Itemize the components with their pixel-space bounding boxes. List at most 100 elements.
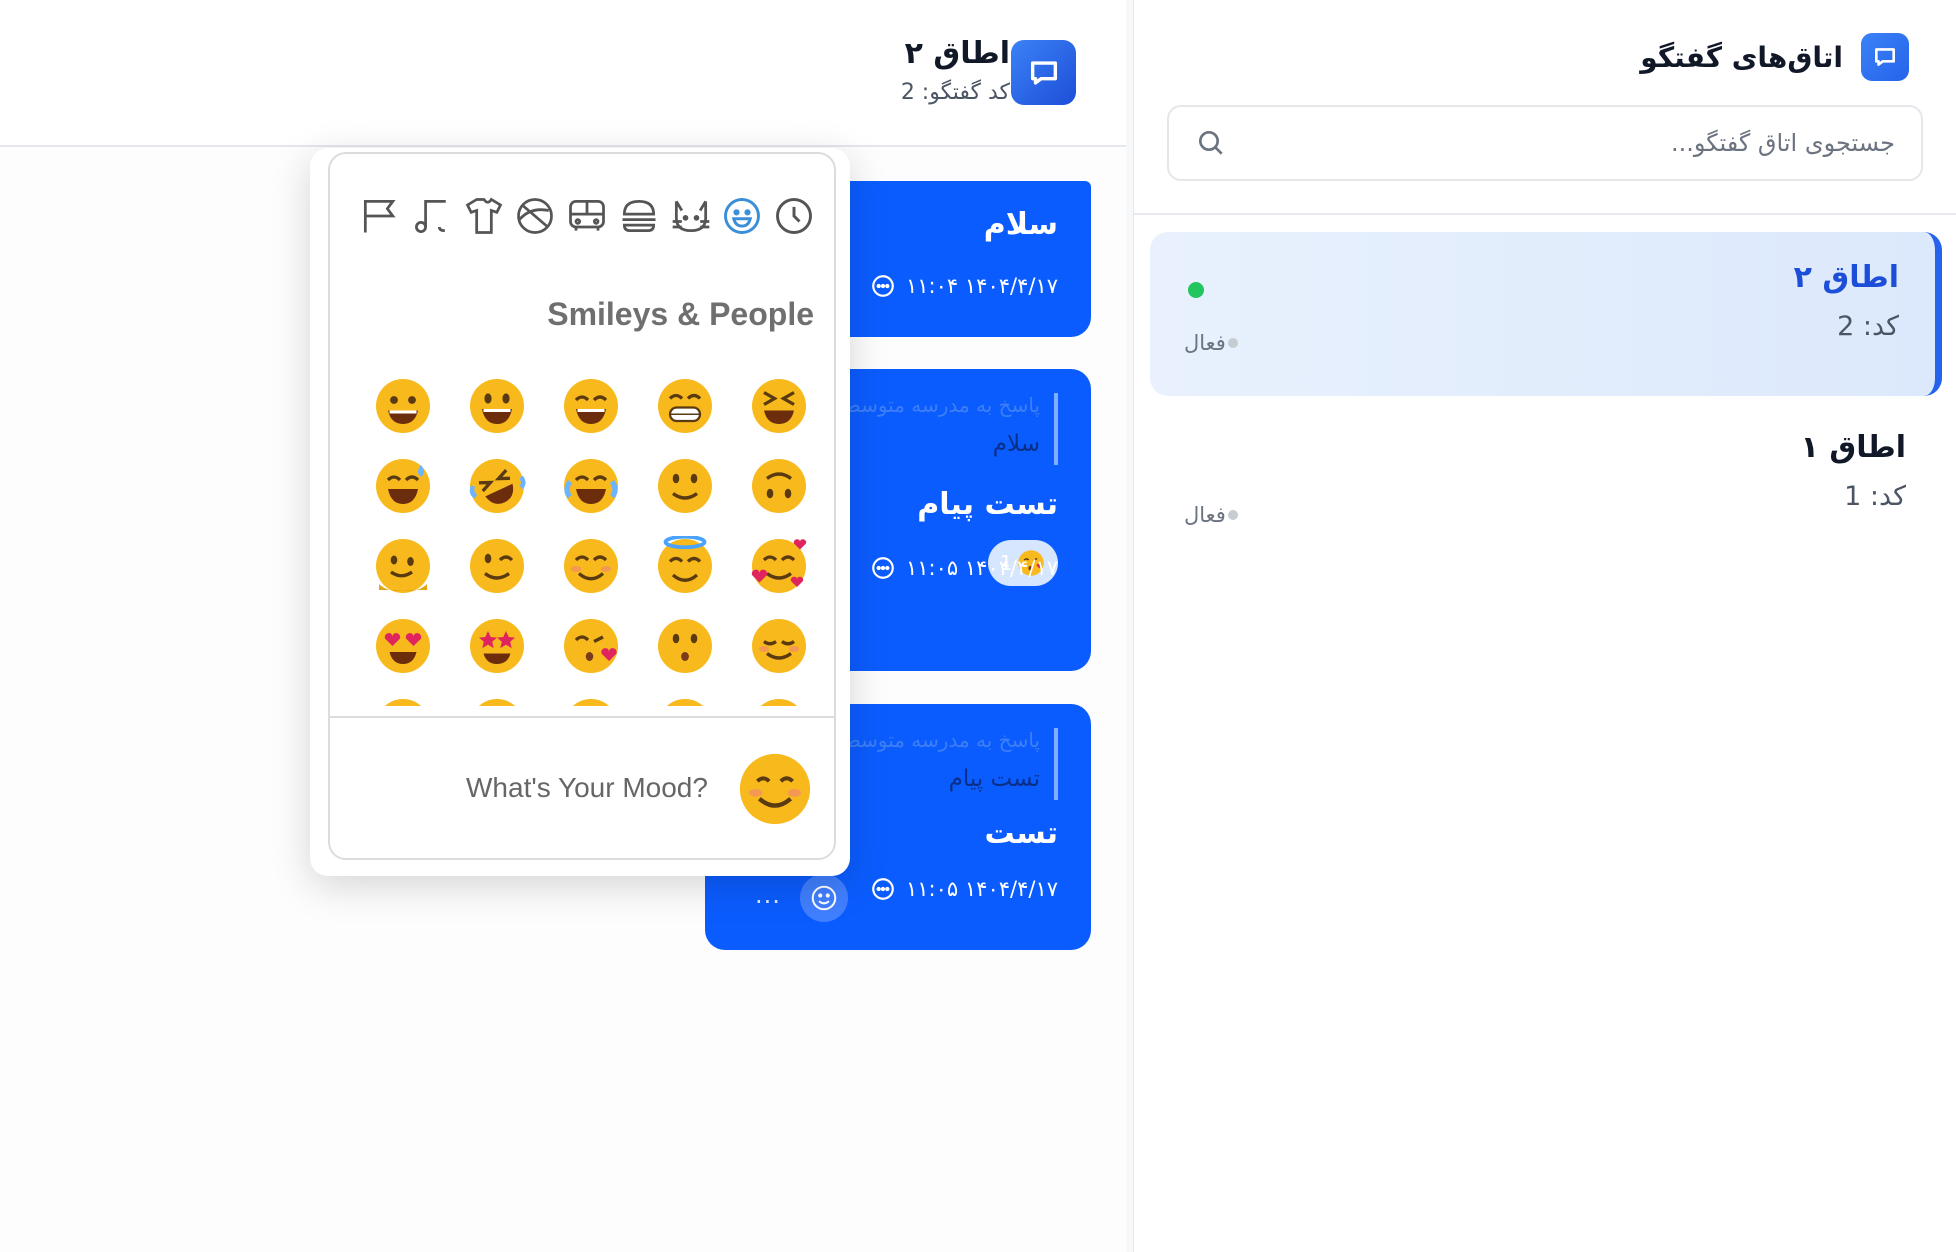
emoji-picker-popover: Smileys & People What's Your Mood?: [310, 148, 850, 876]
melting-emoji-icon: [376, 539, 430, 593]
food-category-tab[interactable]: [617, 192, 661, 240]
room-code: کد: 2: [1837, 311, 1899, 342]
recent-icon: [776, 198, 812, 234]
room-item-1[interactable]: اطاق ۱ کد: 1 فعال: [1150, 410, 1942, 574]
emoji-smiling-hearts[interactable]: [732, 526, 826, 606]
emoji-smile[interactable]: [544, 366, 638, 446]
emoji-smile[interactable]: [544, 686, 638, 706]
room-code: کد: 1: [1844, 481, 1906, 512]
more-options-button[interactable]: ···: [755, 888, 781, 916]
emoji-grin[interactable]: [638, 686, 732, 706]
upside-down-emoji-icon: [752, 459, 806, 513]
emoji-section-title: Smileys & People: [547, 296, 814, 332]
emoji-grid: [356, 366, 826, 706]
smiley-emoji-icon: [478, 699, 516, 706]
room-status: فعال: [1184, 331, 1238, 355]
emoji-joy[interactable]: [544, 446, 638, 526]
smiley-emoji-icon: [470, 379, 524, 433]
room-search-input[interactable]: [1243, 129, 1895, 157]
reply-bubble-icon[interactable]: [870, 273, 896, 299]
objects-icon: [465, 197, 502, 234]
relaxed-emoji-icon: [752, 619, 806, 673]
rooms-sidebar: اتاق‌های گفتگو اطاق ۲ کد: 2 فعال اطاق ۱ …: [1133, 0, 1956, 1252]
smiling-hearts-emoji-icon: [751, 539, 807, 593]
emoji-star-struck[interactable]: [450, 606, 544, 686]
online-indicator: [1188, 282, 1204, 298]
symbols-category-tab[interactable]: [410, 192, 454, 240]
room-name: اطاق ۱: [1800, 430, 1906, 465]
chat-panel: اطاق ۲ کد گفتگو: 2 سلام ۱۴۰۴/۴/۱۷ ۱۱:۰۴ …: [0, 0, 1126, 1252]
emoji-grinning[interactable]: [356, 686, 450, 706]
grin-emoji-icon: [666, 699, 704, 706]
emoji-kissing-heart[interactable]: [544, 606, 638, 686]
message-meta: ۱۴۰۴/۴/۱۷ ۱۱:۰۴: [870, 273, 1058, 299]
recent-category-tab[interactable]: [772, 192, 816, 240]
chat-header: اطاق ۲ کد گفتگو: 2: [0, 0, 1126, 147]
kissing-emoji-icon: [658, 619, 712, 673]
message-meta: ۱۴۰۴/۴/۱۷ ۱۱:۰۵: [870, 555, 1058, 581]
emoji-melting[interactable]: [356, 526, 450, 606]
activities-icon: [517, 198, 554, 234]
activities-category-tab[interactable]: [513, 192, 557, 240]
status-dot-icon: [1227, 338, 1238, 348]
room-status: فعال: [1184, 503, 1238, 527]
emoji-picker: Smileys & People What's Your Mood?: [328, 152, 836, 860]
travel-icon: [569, 199, 605, 231]
add-reaction-button[interactable]: [800, 874, 848, 922]
emoji-blush[interactable]: [544, 526, 638, 606]
room-status-label: فعال: [1184, 331, 1226, 355]
message-text: تست: [984, 816, 1058, 851]
smileys-icon: [724, 198, 761, 234]
sweat-smile-emoji-icon: [376, 459, 430, 513]
search-icon: [1199, 131, 1223, 155]
smile-emoji-icon: [564, 379, 618, 433]
emoji-relaxed[interactable]: [732, 606, 826, 686]
laughing-emoji-icon: [752, 379, 806, 433]
emoji-grinning[interactable]: [356, 366, 450, 446]
emoji-laughing[interactable]: [732, 366, 826, 446]
mood-prompt: What's Your Mood?: [466, 772, 708, 803]
panel-divider: [1126, 0, 1133, 1252]
emoji-slightly-smiling[interactable]: [638, 446, 732, 526]
room-list: اطاق ۲ کد: 2 فعال اطاق ۱ کد: 1 فعال: [1150, 232, 1942, 574]
emoji-innocent[interactable]: [638, 526, 732, 606]
emoji-rofl[interactable]: [450, 446, 544, 526]
message-meta: ۱۴۰۴/۴/۱۷ ۱۱:۰۵: [870, 876, 1058, 902]
sidebar-header: اتاق‌های گفتگو: [1134, 0, 1956, 215]
blush-emoji-icon: [564, 539, 618, 593]
slightly-smiling-emoji-icon: [658, 459, 712, 513]
emoji-heart-eyes[interactable]: [356, 606, 450, 686]
grinning-emoji-icon: [376, 379, 430, 433]
emoji-smiley[interactable]: [450, 686, 544, 706]
message-text: سلام: [983, 207, 1058, 242]
chat-title: اطاق ۲: [904, 36, 1010, 71]
animals-category-tab[interactable]: [669, 192, 713, 240]
sidebar-title: اتاق‌های گفتگو: [1640, 40, 1843, 74]
room-search-box[interactable]: [1167, 105, 1923, 181]
travel-category-tab[interactable]: [565, 192, 609, 240]
emoji-grin[interactable]: [638, 366, 732, 446]
chat-room-icon: [1011, 40, 1076, 105]
emoji-wink[interactable]: [450, 526, 544, 606]
chat-app-icon: [1861, 33, 1909, 81]
smileys-category-tab[interactable]: [720, 192, 764, 240]
message-time: ۱۴۰۴/۴/۱۷ ۱۱:۰۵: [906, 556, 1058, 580]
smile-emoji-icon: [572, 699, 610, 706]
message-text: تست پیام: [917, 487, 1058, 522]
emoji-laughing[interactable]: [732, 686, 826, 706]
emoji-kissing[interactable]: [638, 606, 732, 686]
reply-bubble-icon[interactable]: [870, 876, 896, 902]
reply-bubble-icon[interactable]: [870, 555, 896, 581]
innocent-emoji-icon: [658, 536, 712, 593]
heart-eyes-emoji-icon: [376, 619, 430, 673]
symbols-icon: [414, 199, 446, 233]
kissing-heart-emoji-icon: [564, 619, 618, 673]
emoji-upside-down[interactable]: [732, 446, 826, 526]
joy-emoji-icon: [564, 459, 618, 513]
emoji-smiley[interactable]: [450, 366, 544, 446]
objects-category-tab[interactable]: [462, 192, 506, 240]
flags-category-tab[interactable]: [358, 192, 402, 240]
emoji-sweat-smile[interactable]: [356, 446, 450, 526]
smiley-icon: [811, 885, 837, 911]
room-item-2[interactable]: اطاق ۲ کد: 2 فعال: [1150, 232, 1942, 396]
